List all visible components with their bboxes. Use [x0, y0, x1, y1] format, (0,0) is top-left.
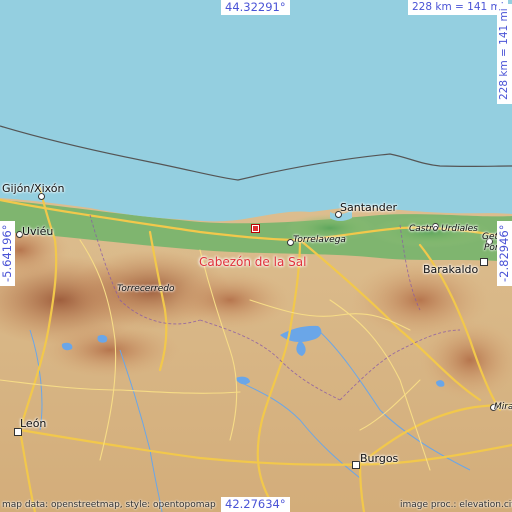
map-view[interactable]: Gijón/Xixón Uviéu Santander Torrelavega … — [0, 0, 512, 512]
image-credit: image proc.: elevation.city — [400, 500, 512, 510]
place-label-uvieu: Uviéu — [22, 225, 54, 238]
place-label-burgos: Burgos — [360, 452, 399, 465]
place-label-gijon: Gijón/Xixón — [2, 182, 65, 195]
scale-label-top: 228 km = 141 mi — [408, 0, 508, 15]
barakaldo-marker[interactable] — [480, 258, 488, 266]
place-label-castro-urdiales: Castro Urdiales — [409, 224, 478, 234]
place-label-santander: Santander — [340, 201, 397, 214]
place-label-cabezon: Cabezón de la Sal — [199, 255, 307, 269]
map-credit: map data: openstreetmap, style: opentopo… — [2, 500, 216, 510]
cabezon-location-marker[interactable] — [251, 224, 260, 233]
right-longitude-label: -2.82946° — [497, 220, 512, 286]
place-label-barakaldo: Barakaldo — [423, 263, 479, 276]
scale-label-right: 228 km = 141 mi — [497, 4, 512, 104]
place-label-torrecerredo: Torrecerredo — [117, 284, 175, 294]
burgos-marker[interactable] — [352, 461, 360, 469]
place-label-leon: León — [20, 417, 47, 430]
place-label-mira: Mira — [494, 402, 512, 412]
left-longitude-label: -5.64196° — [0, 220, 15, 286]
top-latitude-label: 44.32291° — [221, 0, 290, 15]
bottom-latitude-label: 42.27634° — [221, 497, 290, 512]
place-label-torrelavega: Torrelavega — [293, 235, 346, 245]
